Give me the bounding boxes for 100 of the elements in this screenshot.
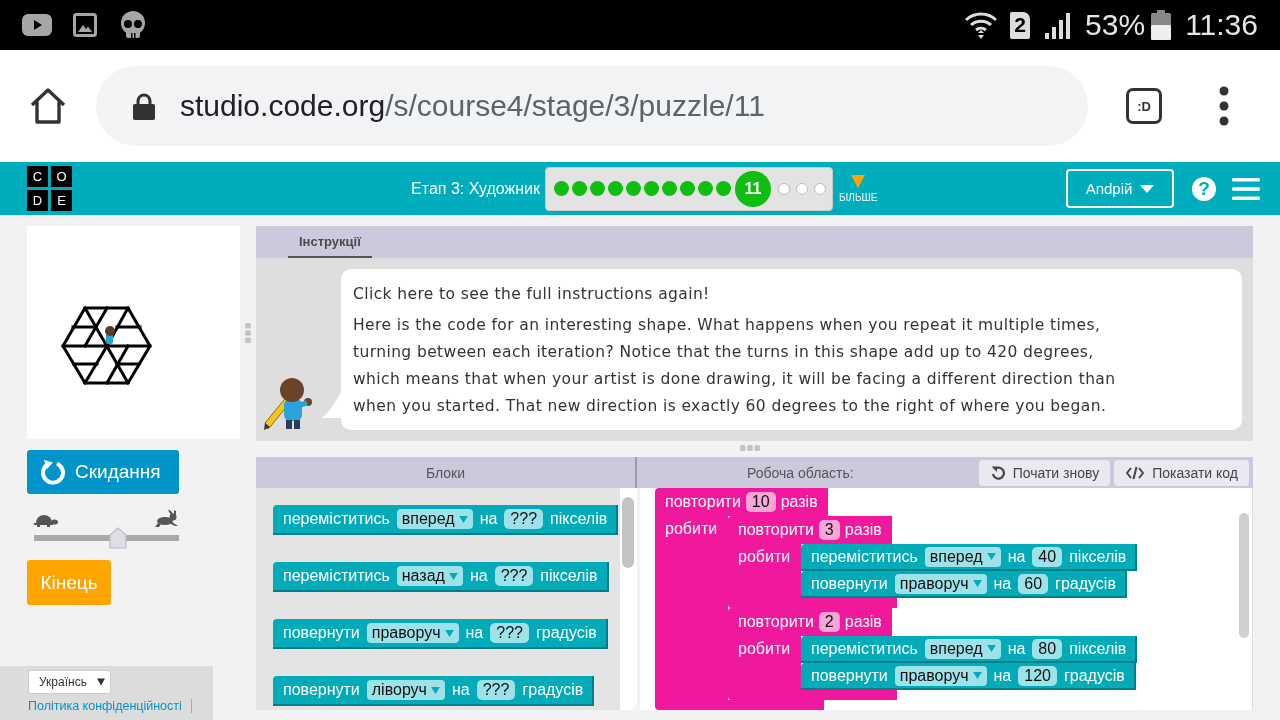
level-dot[interactable]: [662, 181, 677, 196]
number-field[interactable]: 40: [1032, 546, 1063, 567]
repeat-block-header[interactable]: повторити 3 разів: [728, 516, 892, 544]
repeat-block-header[interactable]: повторити 2 разів: [728, 608, 892, 636]
clock-time: 11:36: [1185, 8, 1258, 42]
slider-handle[interactable]: [109, 527, 128, 549]
language-select[interactable]: Українсь: [28, 670, 111, 694]
level-dot[interactable]: [590, 181, 605, 196]
number-field[interactable]: 3: [818, 520, 840, 540]
block-label: робити: [665, 520, 718, 537]
restart-icon: [990, 465, 1005, 480]
instructions-text: Here is the code for an interesting shape. What happens when you repeat it multiple times, turning between each iteration? Notice that the turns in this shape add up to 420 degrees, which means that when your artist is done drawing, it will be facing a different direction than when you started. That new direction is exactly 60 degrees to the right of where you began.: [353, 315, 1117, 417]
battery-icon: [1151, 10, 1172, 40]
level-dot[interactable]: [554, 181, 569, 196]
show-code-button[interactable]: Показати код: [1114, 459, 1249, 486]
number-field[interactable]: ???: [494, 566, 534, 586]
level-dot[interactable]: [680, 181, 695, 196]
more-options-icon[interactable]: [1218, 86, 1230, 126]
caret-icon: [986, 553, 996, 560]
dropdown-field[interactable]: вперед: [924, 546, 1001, 567]
dropdown-field[interactable]: праворуч: [366, 623, 459, 643]
code-block[interactable]: повернути праворуч на 120 градусів: [801, 663, 1136, 690]
toolbox-title: Блоки: [425, 464, 466, 481]
block-label: на: [1007, 547, 1026, 566]
block-label: пікселів: [1069, 547, 1127, 566]
code-block[interactable]: повернути ліворуч на ??? градусів: [273, 676, 595, 706]
scrollbar-thumb[interactable]: [622, 497, 634, 568]
code-logo[interactable]: C O D E: [27, 166, 72, 211]
workspace-title: Робоча область:: [747, 464, 854, 481]
level-dot[interactable]: [698, 181, 713, 196]
code-block[interactable]: переміститись вперед на 40 пікселів: [801, 544, 1138, 571]
block-label: разів: [780, 493, 818, 511]
caret-icon: [458, 515, 468, 523]
block-label: повторити: [738, 613, 814, 631]
caret-icon: [1140, 184, 1155, 193]
caret-icon: [448, 572, 458, 580]
number-field[interactable]: 10: [745, 492, 776, 512]
code-block[interactable]: повернути праворуч на 60 градусів: [801, 571, 1127, 598]
level-dot[interactable]: [644, 181, 659, 196]
lock-icon: [133, 92, 155, 120]
level-dot[interactable]: [814, 182, 826, 195]
number-field[interactable]: ???: [504, 509, 544, 529]
battery-percentage: 53%: [1085, 8, 1146, 42]
number-field[interactable]: 2: [818, 612, 840, 632]
level-dot[interactable]: [608, 181, 623, 196]
refresh-icon: [40, 459, 66, 485]
menu-icon[interactable]: [1232, 177, 1260, 200]
level-dot[interactable]: [716, 181, 731, 196]
caret-icon: [444, 629, 454, 637]
block-label: переміститись: [283, 510, 390, 528]
number-field[interactable]: ???: [490, 623, 529, 643]
code-block[interactable]: переміститись вперед на ??? пікселів: [273, 505, 619, 535]
block-label: пікселів: [1069, 639, 1127, 658]
dropdown-field[interactable]: назад: [396, 566, 463, 586]
level-dot[interactable]: [796, 182, 808, 195]
block-label: повторити: [738, 521, 814, 539]
dropdown-field[interactable]: праворуч: [894, 573, 987, 594]
level-dot[interactable]: [778, 182, 790, 195]
rabbit-icon: [155, 510, 179, 527]
block-label: пікселів: [540, 567, 598, 585]
address-bar[interactable]: studio.code.org/s/course4/stage/3/puzzle/11: [96, 66, 1088, 146]
block-label: на: [1007, 639, 1026, 658]
resize-handle-icon[interactable]: [245, 322, 251, 343]
stage-title: Етап 3: Художник: [410, 179, 540, 198]
video-player-icon: [22, 14, 52, 36]
level-dot[interactable]: [626, 181, 641, 196]
caret-icon: [97, 678, 105, 686]
tab-switcher-button[interactable]: :D: [1126, 88, 1162, 124]
caret-icon: [972, 672, 982, 679]
skull-icon: [118, 11, 148, 39]
repeat-block-header[interactable]: повторити 10 разів: [655, 488, 828, 516]
block-label: разів: [844, 613, 882, 631]
number-field[interactable]: ???: [476, 680, 516, 700]
dropdown-field[interactable]: вперед: [924, 638, 1001, 659]
scrollbar-thumb[interactable]: [1239, 513, 1249, 638]
dropdown-field[interactable]: праворуч: [894, 665, 987, 686]
block-label: на: [451, 681, 470, 699]
code-block[interactable]: переміститись вперед на 80 пікселів: [801, 636, 1138, 663]
number-field[interactable]: 60: [1018, 573, 1049, 594]
resize-handle-icon[interactable]: [740, 445, 760, 451]
level-dot[interactable]: [572, 181, 587, 196]
block-label: переміститись: [811, 547, 918, 566]
block-label: на: [469, 567, 488, 585]
dropdown-field[interactable]: вперед: [396, 509, 473, 529]
caret-icon: [430, 686, 440, 694]
block-label: на: [993, 666, 1012, 685]
block-label: пікселів: [550, 510, 608, 528]
show-instructions-link[interactable]: Click here to see the full instructions again!: [353, 281, 710, 307]
block-label: повернути: [811, 666, 888, 685]
home-icon[interactable]: [28, 86, 68, 126]
code-block[interactable]: переміститись назад на ??? пікселів: [273, 562, 609, 592]
block-label: робити: [738, 640, 791, 657]
block-label: повернути: [283, 681, 360, 699]
start-over-button[interactable]: Почати знову: [978, 459, 1111, 486]
number-field[interactable]: 80: [1032, 638, 1063, 659]
number-field[interactable]: 120: [1018, 665, 1057, 686]
dropdown-field[interactable]: ліворуч: [366, 680, 445, 700]
block-label: переміститись: [283, 567, 390, 585]
code-block[interactable]: повернути праворуч на ??? градусів: [273, 619, 608, 649]
wifi-icon: [965, 11, 998, 39]
